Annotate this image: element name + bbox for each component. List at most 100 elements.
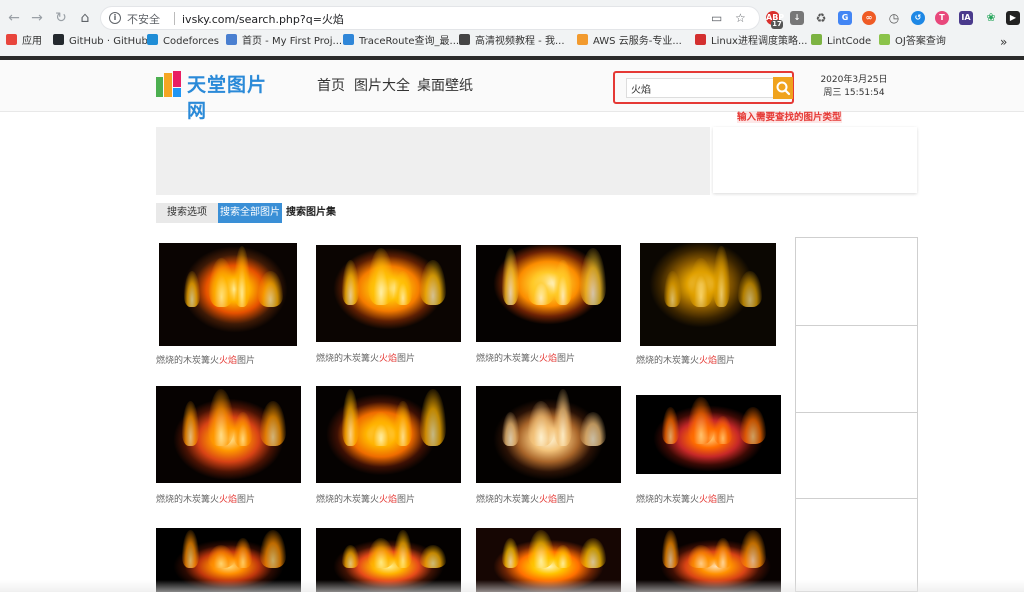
bookmark-item[interactable]: 高清视频教程 - 我...	[459, 33, 565, 51]
image-3[interactable]	[476, 245, 621, 342]
bookmark-item[interactable]: Codeforces	[147, 33, 219, 51]
flame-shape	[528, 400, 555, 447]
bookmark-label: 高清视频教程 - 我...	[475, 36, 565, 47]
flame-shape	[554, 259, 572, 306]
t-extension-icon[interactable]: T	[935, 11, 949, 25]
flame-shape	[183, 270, 201, 307]
bookmark-item[interactable]: AWS 云服务-专业...	[577, 33, 682, 51]
image-caption[interactable]: 燃烧的木炭篝火火焰图片	[316, 492, 415, 505]
url-text[interactable]: ivsky.com/search.php?q=火焰	[182, 11, 344, 27]
flame-shape	[394, 271, 412, 306]
caption-prefix: 燃烧的木炭篝火	[156, 495, 220, 505]
flame-shape	[342, 388, 360, 447]
caption-prefix: 燃烧的木炭篝火	[316, 354, 380, 364]
bookmark-item[interactable]: GitHub · GitHub	[53, 33, 148, 51]
speed-extension-icon[interactable]: ◷	[887, 11, 901, 25]
flame-shape	[342, 259, 360, 306]
caption-keyword-highlight: 火焰	[539, 354, 558, 364]
flame-shape	[662, 406, 680, 444]
image-caption[interactable]: 燃烧的木炭篝火火焰图片	[636, 492, 735, 505]
flame-shape	[502, 412, 520, 447]
translate-extension-icon[interactable]: G	[838, 11, 852, 25]
dark-extension-icon[interactable]: ▶	[1006, 11, 1020, 25]
ia-extension-icon[interactable]: IA	[959, 11, 973, 25]
site-header: 天堂图片网 首页 图片大全 桌面壁纸 2020年3月25日 周三 15:51:5…	[0, 60, 1024, 122]
caption-suffix: 图片	[557, 495, 576, 505]
flame-shape	[737, 270, 763, 307]
image-caption[interactable]: 燃烧的木炭篝火火焰图片	[476, 492, 575, 505]
tab-search-image-sets[interactable]: 搜索图片集	[283, 203, 339, 223]
infinity-extension-icon[interactable]: ∞	[862, 11, 876, 25]
flame-shape	[554, 545, 572, 568]
flame-shape	[664, 270, 681, 307]
search-button[interactable]	[773, 77, 793, 99]
bookmark-item[interactable]: Linux进程调度策略...	[695, 33, 807, 51]
nav-wallpapers[interactable]: 桌面壁纸	[417, 75, 473, 95]
site-logo[interactable]: 天堂图片网	[156, 70, 280, 122]
image-4[interactable]	[640, 243, 776, 346]
nav-all-images[interactable]: 图片大全	[354, 75, 410, 95]
info-icon[interactable]: i	[109, 12, 121, 24]
leaf-extension-icon[interactable]: ❀	[984, 11, 998, 25]
flame-shape	[208, 388, 235, 447]
recycle-extension-icon[interactable]: ♻	[814, 11, 828, 25]
flame-shape	[260, 529, 287, 568]
history-extension-icon[interactable]: ↺	[911, 11, 925, 25]
image-caption[interactable]: 燃烧的木炭篝火火焰图片	[636, 353, 735, 366]
image-caption[interactable]: 燃烧的木炭篝火火焰图片	[316, 351, 415, 364]
bookmark-label: OJ答案查询	[895, 36, 946, 47]
home-icon[interactable]: ⌂	[75, 8, 95, 28]
search-highlight-box	[613, 71, 794, 104]
flame-shape	[713, 246, 730, 307]
caption-suffix: 图片	[397, 354, 416, 364]
bookmark-item[interactable]: 应用	[6, 33, 42, 51]
flame-shape	[208, 545, 235, 568]
bookmarks-overflow-button[interactable]: »	[1000, 33, 1007, 51]
bookmark-item[interactable]: LintCode	[811, 33, 871, 51]
forward-arrow-icon[interactable]: →	[27, 8, 47, 28]
tab-search-options[interactable]: 搜索选项	[156, 203, 218, 223]
omnibox[interactable]: i 不安全 ivsky.com/search.php?q=火焰 ▭ ☆	[100, 6, 760, 30]
bookmark-star-icon[interactable]: ☆	[735, 11, 746, 25]
caption-prefix: 燃烧的木炭篝火	[636, 495, 700, 505]
annotation-text: 输入需要查找的图片类型	[737, 112, 842, 123]
bookmark-item[interactable]: TraceRoute查询_最...	[343, 33, 459, 51]
image-2[interactable]	[316, 245, 461, 342]
flame-shape	[208, 258, 234, 307]
image-6[interactable]	[316, 386, 461, 483]
nav-home[interactable]: 首页	[317, 75, 345, 95]
cast-icon[interactable]: ▭	[711, 11, 722, 25]
flame-shape	[420, 259, 447, 306]
bookmark-favicon-icon	[147, 34, 158, 45]
flame-shape	[260, 400, 287, 447]
flame-shape	[528, 529, 555, 568]
flame-shape	[580, 537, 607, 568]
flame-shape	[420, 545, 447, 568]
flame-shape	[740, 406, 767, 444]
time-line: 周三 15:51:54	[823, 88, 885, 98]
bookmark-item[interactable]: 首页 - My First Proj...	[226, 33, 342, 51]
image-caption[interactable]: 燃烧的木炭篝火火焰图片	[476, 351, 575, 364]
bookmark-label: 首页 - My First Proj...	[242, 36, 343, 47]
image-5[interactable]	[156, 386, 301, 483]
reload-icon[interactable]: ↻	[51, 8, 71, 28]
caption-prefix: 燃烧的木炭篝火	[476, 354, 540, 364]
bookmark-favicon-icon	[879, 34, 890, 45]
caption-keyword-highlight: 火焰	[219, 356, 238, 366]
image-caption[interactable]: 燃烧的木炭篝火火焰图片	[156, 492, 255, 505]
image-caption[interactable]: 燃烧的木炭篝火火焰图片	[156, 353, 255, 366]
flame-shape	[688, 258, 714, 307]
tab-search-all-images[interactable]: 搜索全部图片	[218, 203, 282, 223]
image-1[interactable]	[159, 243, 297, 346]
back-arrow-icon[interactable]: ←	[4, 8, 24, 28]
search-input[interactable]	[626, 78, 775, 98]
flame-shape	[688, 545, 715, 568]
bookmark-item[interactable]: OJ答案查询	[879, 33, 946, 51]
image-7[interactable]	[476, 386, 621, 483]
flame-shape	[233, 246, 251, 307]
caption-suffix: 图片	[237, 356, 256, 366]
flame-shape	[182, 400, 200, 447]
download-extension-icon[interactable]: ↓	[790, 11, 804, 25]
image-8[interactable]	[636, 395, 781, 474]
flame-shape	[580, 247, 607, 306]
